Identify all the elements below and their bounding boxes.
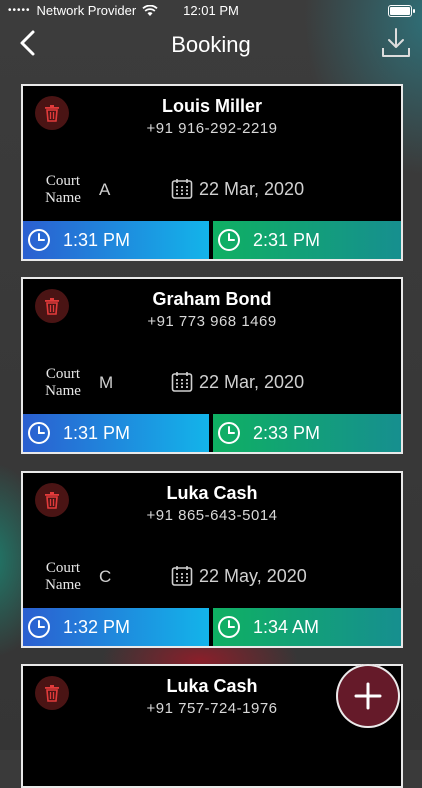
calendar-icon: [171, 179, 193, 199]
battery-icon: [388, 5, 415, 17]
customer-phone: +91 916-292-2219: [146, 120, 278, 137]
booking-date: 22 Mar, 2020: [171, 371, 304, 393]
court-name-label: Court Name: [45, 366, 81, 399]
end-time: 2:31 PM: [253, 229, 321, 250]
start-time-button[interactable]: 1:32 PM: [23, 608, 209, 646]
end-time-button[interactable]: 2:33 PM: [213, 414, 401, 452]
customer-name: Louis Miller: [161, 96, 262, 116]
customer-name: Luka Cash: [166, 483, 258, 503]
time-row: 1:31 PM 2:31 PM: [23, 221, 401, 259]
end-time-button[interactable]: 1:34 AM: [213, 608, 401, 646]
booking-date-text: 22 Mar, 2020: [199, 371, 305, 392]
booking-card[interactable]: Louis Miller +91 916-292-2219 Court Name …: [21, 84, 403, 261]
clock-icon: [218, 229, 240, 251]
status-time: 12:01 PM: [183, 3, 239, 18]
clock-icon: [28, 616, 50, 638]
booking-card[interactable]: Luka Cash +91 865-643-5014 Court Name C 2…: [21, 471, 403, 648]
start-time: 1:31 PM: [63, 422, 131, 443]
end-time: 2:33 PM: [253, 422, 321, 443]
booking-date-text: 22 Mar, 2020: [199, 178, 305, 199]
clock-icon: [218, 616, 240, 638]
time-row: 1:32 PM 1:34 AM: [23, 608, 401, 646]
court-name-value: A: [99, 180, 111, 199]
start-time-button[interactable]: 1:31 PM: [23, 414, 209, 452]
calendar-icon: [171, 566, 193, 586]
end-time-button[interactable]: 2:31 PM: [213, 221, 401, 259]
plus-icon: [354, 682, 382, 710]
start-time: 1:31 PM: [63, 229, 131, 250]
add-booking-button[interactable]: [336, 664, 400, 728]
customer-phone: +91 773 968 1469: [147, 313, 277, 330]
time-row: 1:31 PM 2:33 PM: [23, 414, 401, 452]
status-bar: ••••• Network Provider 12:01 PM: [0, 0, 422, 22]
page-title: Booking: [171, 32, 251, 57]
customer-phone: +91 865-643-5014: [146, 507, 278, 524]
booking-date: 22 Mar, 2020: [171, 178, 304, 200]
booking-card[interactable]: Graham Bond +91 773 968 1469 Court Name M…: [21, 277, 403, 454]
download-icon[interactable]: [380, 26, 412, 60]
clock-icon: [28, 422, 50, 444]
customer-name: Graham Bond: [152, 289, 272, 309]
court-name-value: M: [99, 373, 114, 392]
booking-date: 22 May, 2020: [171, 565, 307, 587]
clock-icon: [28, 229, 50, 251]
court-name-value: C: [99, 567, 112, 586]
start-time: 1:32 PM: [63, 616, 131, 637]
clock-icon: [218, 422, 240, 444]
booking-date-text: 22 May, 2020: [199, 565, 307, 586]
end-time: 1:34 AM: [253, 616, 320, 637]
court-name-label: Court Name: [45, 173, 81, 206]
start-time-button[interactable]: 1:31 PM: [23, 221, 209, 259]
court-name-label: Court Name: [45, 560, 81, 593]
calendar-icon: [171, 372, 193, 392]
app-header: Booking: [0, 22, 422, 66]
